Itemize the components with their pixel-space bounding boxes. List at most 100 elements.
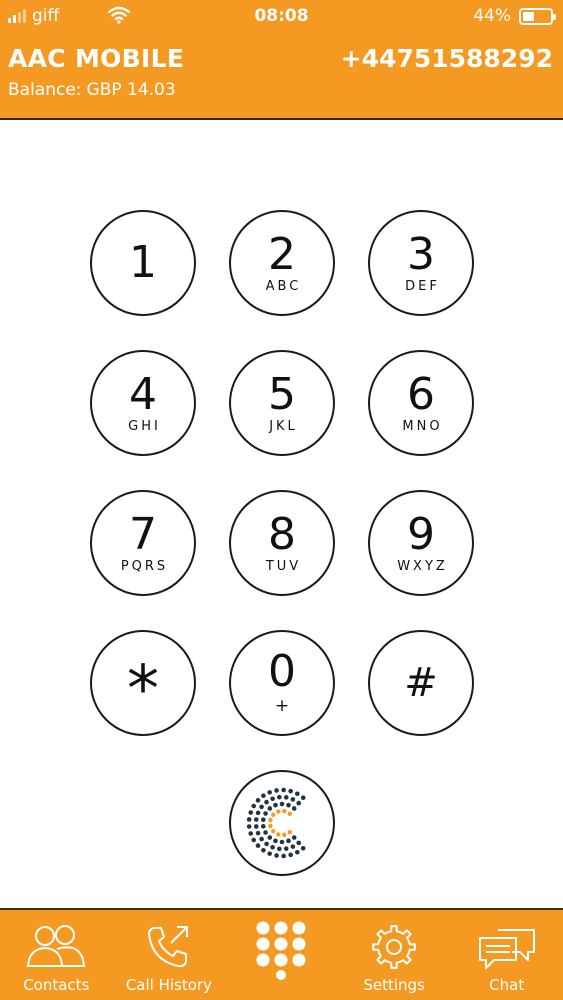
balance-label: Balance: bbox=[8, 80, 82, 100]
key-digit: 0 bbox=[268, 646, 296, 697]
logo-dot bbox=[274, 853, 279, 858]
nav-label: Chat bbox=[489, 976, 525, 994]
key-digit: 2 bbox=[268, 228, 296, 280]
nav-settings[interactable]: Settings bbox=[338, 910, 451, 1000]
key-letters: ABC bbox=[265, 278, 302, 294]
logo-dot bbox=[276, 832, 281, 837]
logo-dot bbox=[246, 817, 252, 822]
logo-dot bbox=[295, 791, 300, 797]
logo-dot bbox=[259, 836, 264, 842]
logo-dot bbox=[255, 843, 261, 848]
nav-dialpad[interactable] bbox=[225, 910, 338, 1000]
key-digit: 6 bbox=[407, 368, 435, 420]
logo-dot bbox=[279, 801, 285, 807]
call-history-icon bbox=[147, 926, 188, 968]
logo-dot bbox=[260, 824, 266, 829]
logo-dot bbox=[271, 829, 276, 834]
key-digit: * bbox=[127, 653, 159, 727]
key-digit: 9 bbox=[407, 508, 435, 560]
key-8[interactable]: 8 TUV bbox=[229, 490, 335, 596]
gear-icon bbox=[372, 925, 416, 969]
key-3[interactable]: 3 DEF bbox=[368, 210, 474, 316]
logo-dot bbox=[288, 788, 293, 794]
logo-dot bbox=[264, 841, 269, 847]
logo-dot bbox=[270, 796, 275, 802]
nav-label: Call History bbox=[125, 976, 212, 994]
logo-dot bbox=[286, 838, 291, 844]
bottom-nav: Contacts Call History Settings Chat bbox=[0, 908, 563, 1000]
logo-dot bbox=[283, 795, 289, 800]
logo-dot bbox=[282, 809, 287, 814]
key-digit: 1 bbox=[129, 237, 157, 288]
logo-dot bbox=[279, 839, 285, 845]
logo-dot bbox=[246, 824, 252, 829]
key-7[interactable]: 7 PQRS bbox=[90, 490, 196, 596]
key-digit: 4 bbox=[129, 368, 157, 420]
key-5[interactable]: 5 JKL bbox=[229, 350, 335, 456]
key-letters: TUV bbox=[265, 558, 302, 574]
key-1[interactable]: 1 bbox=[90, 210, 196, 316]
logo-dot bbox=[300, 845, 306, 851]
logo-dot bbox=[281, 853, 286, 859]
logo-dot bbox=[270, 844, 275, 850]
logo-dot bbox=[282, 832, 287, 837]
key-digit: 3 bbox=[407, 228, 435, 280]
logo-dot bbox=[255, 830, 261, 836]
key-digit: # bbox=[404, 660, 438, 706]
key-letters: JKL bbox=[269, 418, 298, 434]
key-digit: 7 bbox=[129, 508, 157, 560]
dialpad: 1 2 ABC 3 DEF 4 GHI 5 JKL 6 MNO 7 PQRS 8… bbox=[0, 120, 563, 908]
key-star[interactable]: * bbox=[90, 630, 196, 736]
call-button[interactable] bbox=[229, 770, 335, 876]
key-0[interactable]: 0 + bbox=[229, 630, 335, 736]
key-2[interactable]: 2 ABC bbox=[229, 210, 335, 316]
logo-dot bbox=[267, 806, 273, 811]
nav-label: Contacts bbox=[23, 976, 90, 994]
logo-dot bbox=[248, 810, 254, 815]
logo-dot bbox=[261, 847, 266, 853]
key-hash[interactable]: # bbox=[368, 630, 474, 736]
logo-dot bbox=[271, 812, 276, 817]
key-letters: GHI bbox=[128, 418, 161, 434]
logo-dot bbox=[267, 851, 272, 856]
logo-dot bbox=[253, 824, 259, 829]
logo-dot bbox=[295, 849, 300, 855]
logo-dot bbox=[255, 810, 261, 816]
logo-dot bbox=[296, 800, 302, 806]
logo-dot bbox=[290, 844, 296, 849]
nav-call-history[interactable]: Call History bbox=[113, 910, 226, 1000]
dialpad-icon bbox=[256, 921, 306, 980]
key-digit: 5 bbox=[268, 368, 296, 420]
key-6[interactable]: 6 MNO bbox=[368, 350, 474, 456]
battery-icon bbox=[519, 7, 556, 25]
logo-dot bbox=[267, 790, 272, 795]
logo-dot bbox=[251, 803, 256, 809]
battery-status: 44% bbox=[473, 6, 556, 26]
app-title: AAC MOBILE bbox=[8, 44, 185, 73]
app-header: giff 08:08 44% AAC MOBILE +44751588292 B… bbox=[0, 0, 563, 120]
battery-fill bbox=[523, 11, 535, 21]
logo-dot bbox=[267, 835, 273, 840]
logo-dot bbox=[274, 788, 279, 793]
key-9[interactable]: 9 WXYZ bbox=[368, 490, 474, 596]
nav-label: Settings bbox=[363, 976, 425, 994]
battery-percent: 44% bbox=[473, 6, 511, 26]
logo-dot bbox=[253, 817, 259, 822]
logo-dot bbox=[259, 804, 264, 810]
key-4[interactable]: 4 GHI bbox=[90, 350, 196, 456]
contacts-icon bbox=[27, 925, 86, 967]
logo-dot bbox=[251, 837, 256, 843]
nav-contacts[interactable]: Contacts bbox=[0, 910, 113, 1000]
logo-dot bbox=[287, 829, 292, 835]
key-letters: DEF bbox=[405, 278, 440, 294]
logo-dot bbox=[290, 797, 296, 802]
nav-chat[interactable]: Chat bbox=[450, 910, 563, 1000]
key-letters: PQRS bbox=[120, 558, 169, 574]
logo-dot bbox=[300, 795, 306, 801]
chat-icon bbox=[478, 929, 535, 969]
logo-dot bbox=[264, 799, 269, 805]
logo-dot bbox=[286, 802, 291, 808]
logo-dot bbox=[296, 840, 302, 846]
logo-dot bbox=[277, 846, 282, 852]
logo-dot bbox=[268, 817, 273, 823]
